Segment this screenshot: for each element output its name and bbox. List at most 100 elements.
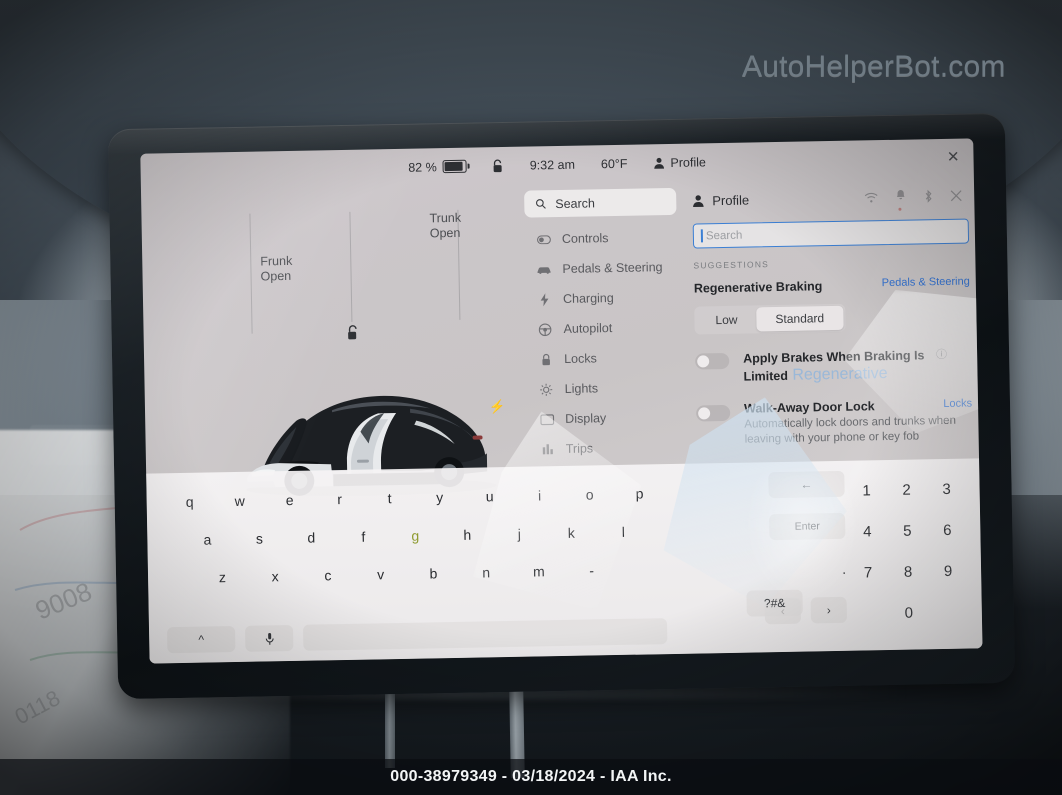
key-hyphen[interactable]: - bbox=[565, 562, 618, 579]
numkey-6[interactable]: 6 bbox=[927, 510, 968, 552]
key-y[interactable]: y bbox=[415, 489, 465, 506]
frunk-callout-line1: Frunk bbox=[260, 253, 293, 269]
key-p[interactable]: p bbox=[614, 485, 664, 502]
lock-status[interactable] bbox=[493, 159, 504, 173]
menu-item-controls[interactable]: Controls bbox=[525, 222, 678, 255]
temperature-label: 60°F bbox=[600, 156, 628, 171]
numkey-1[interactable]: 1 bbox=[846, 470, 887, 512]
clock-label: 9:32 am bbox=[529, 157, 576, 173]
menu-item-label: Pedals & Steering bbox=[562, 260, 663, 276]
menu-item-trips[interactable]: Trips bbox=[529, 432, 682, 465]
numkey-8[interactable]: 8 bbox=[888, 551, 929, 593]
close-icon[interactable]: ✕ bbox=[947, 148, 960, 166]
menu-item-pedals-steering[interactable]: Pedals & Steering bbox=[525, 252, 678, 285]
bolt-icon bbox=[537, 292, 552, 306]
key-s[interactable]: s bbox=[233, 530, 285, 547]
key-h[interactable]: h bbox=[441, 526, 493, 543]
numkey-blank-right bbox=[928, 592, 969, 634]
settings-menu-list[interactable]: Search Controls Pedals & Steering Chargi… bbox=[524, 187, 682, 465]
microphone-key[interactable] bbox=[244, 624, 294, 652]
key-a[interactable]: a bbox=[181, 531, 233, 548]
period-key[interactable]: . bbox=[842, 561, 846, 577]
settings-panel[interactable]: Profile Search SUGGESTIONS Regenerative … bbox=[686, 182, 979, 448]
enter-key[interactable]: Enter bbox=[769, 512, 846, 541]
setting-apply-brakes[interactable]: Apply Brakes When Braking Is Limited Reg… bbox=[695, 345, 972, 386]
suggestions-heading: SUGGESTIONS bbox=[693, 259, 770, 271]
menu-item-locks[interactable]: Locks bbox=[527, 342, 680, 375]
key-b[interactable]: b bbox=[407, 565, 460, 582]
battery-status[interactable]: 82 % bbox=[408, 159, 467, 174]
key-g[interactable]: g bbox=[389, 527, 441, 544]
keyboard-row-3: z x c v b n m - bbox=[166, 550, 667, 597]
unlock-icon bbox=[493, 159, 502, 172]
segment-low[interactable]: Low bbox=[696, 307, 756, 332]
key-l[interactable]: l bbox=[597, 523, 649, 540]
numkey-5[interactable]: 5 bbox=[887, 510, 928, 552]
key-o[interactable]: o bbox=[564, 486, 614, 503]
key-w[interactable]: w bbox=[215, 492, 265, 509]
key-u[interactable]: u bbox=[465, 488, 515, 505]
key-n[interactable]: n bbox=[460, 564, 513, 581]
keyboard-letters: q w e r t y u i o p a s d f g h j k l z … bbox=[164, 474, 666, 597]
setting-walk-away-door-lock[interactable]: Walk-Away Door Lock Automatically lock d… bbox=[696, 397, 973, 448]
segment-standard[interactable]: Standard bbox=[756, 305, 844, 332]
backspace-key[interactable]: ← bbox=[768, 470, 845, 499]
key-i[interactable]: i bbox=[514, 487, 564, 504]
panel-header: Profile bbox=[686, 182, 974, 213]
numkey-7[interactable]: 7 bbox=[848, 552, 889, 594]
menu-item-autopilot[interactable]: Autopilot bbox=[526, 312, 679, 345]
numpad-row-1: 1 2 3 bbox=[846, 469, 967, 512]
vehicle-unlock-status[interactable] bbox=[346, 325, 359, 346]
suggestion-title: Regenerative Braking bbox=[693, 279, 823, 296]
tesla-touchscreen[interactable]: 82 % 9:32 am 60°F Profile ✕ Frunk Open T… bbox=[140, 138, 983, 664]
key-x[interactable]: x bbox=[249, 568, 302, 585]
setting-category-link[interactable]: Locks bbox=[943, 397, 972, 410]
numeric-keypad: 1 2 3 4 5 6 7 8 9 0 bbox=[846, 469, 969, 635]
key-q[interactable]: q bbox=[165, 493, 215, 510]
key-c[interactable]: c bbox=[301, 567, 354, 584]
numkey-2[interactable]: 2 bbox=[886, 469, 927, 511]
key-f[interactable]: f bbox=[337, 528, 389, 545]
key-m[interactable]: m bbox=[512, 563, 565, 580]
key-z[interactable]: z bbox=[196, 569, 249, 586]
next-key[interactable]: › bbox=[810, 596, 848, 624]
screen-stand-bracket bbox=[385, 690, 395, 768]
shift-key[interactable]: ^ bbox=[166, 626, 236, 654]
bell-icon bbox=[896, 190, 905, 200]
numkey-4[interactable]: 4 bbox=[847, 511, 888, 553]
menu-item-display[interactable]: Display bbox=[528, 402, 681, 435]
profile-button[interactable]: Profile bbox=[653, 155, 706, 170]
symbols-key[interactable]: ?#& bbox=[746, 589, 803, 617]
frunk-callout-line2: Open bbox=[260, 268, 292, 284]
key-j[interactable]: j bbox=[493, 525, 545, 542]
car-icon bbox=[536, 265, 551, 274]
notifications-button[interactable] bbox=[895, 188, 906, 211]
space-key[interactable] bbox=[302, 618, 668, 651]
controls-icon bbox=[536, 234, 551, 244]
setting-ghost-text: Regenerative bbox=[792, 365, 888, 384]
close-icon[interactable] bbox=[950, 190, 962, 202]
numkey-3[interactable]: 3 bbox=[926, 469, 967, 511]
key-e[interactable]: e bbox=[265, 492, 315, 509]
key-r[interactable]: r bbox=[315, 491, 365, 508]
key-k[interactable]: k bbox=[545, 524, 597, 541]
key-d[interactable]: d bbox=[285, 529, 337, 546]
wifi-icon[interactable] bbox=[864, 192, 878, 203]
suggestion-category-link[interactable]: Pedals & Steering bbox=[882, 275, 970, 289]
on-screen-keyboard[interactable]: q w e r t y u i o p a s d f g h j k l z … bbox=[146, 458, 983, 664]
menu-item-lights[interactable]: Lights bbox=[527, 372, 680, 405]
trunk-callout: Trunk Open bbox=[429, 211, 461, 242]
walk-away-door-lock-toggle[interactable] bbox=[696, 404, 731, 422]
apply-brakes-toggle[interactable] bbox=[695, 352, 730, 370]
search-input[interactable]: Search bbox=[692, 218, 970, 249]
menu-item-charging[interactable]: Charging bbox=[526, 282, 679, 315]
bluetooth-icon[interactable] bbox=[923, 189, 933, 203]
menu-search-field[interactable]: Search bbox=[524, 187, 677, 218]
key-v[interactable]: v bbox=[354, 566, 407, 583]
regen-braking-segmented-control[interactable]: Low Standard bbox=[694, 303, 846, 335]
numkey-0[interactable]: 0 bbox=[888, 592, 929, 634]
info-icon[interactable]: ⓘ bbox=[936, 346, 947, 362]
numkey-9[interactable]: 9 bbox=[928, 551, 969, 593]
menu-item-label: Controls bbox=[561, 231, 609, 246]
key-t[interactable]: t bbox=[365, 490, 415, 507]
